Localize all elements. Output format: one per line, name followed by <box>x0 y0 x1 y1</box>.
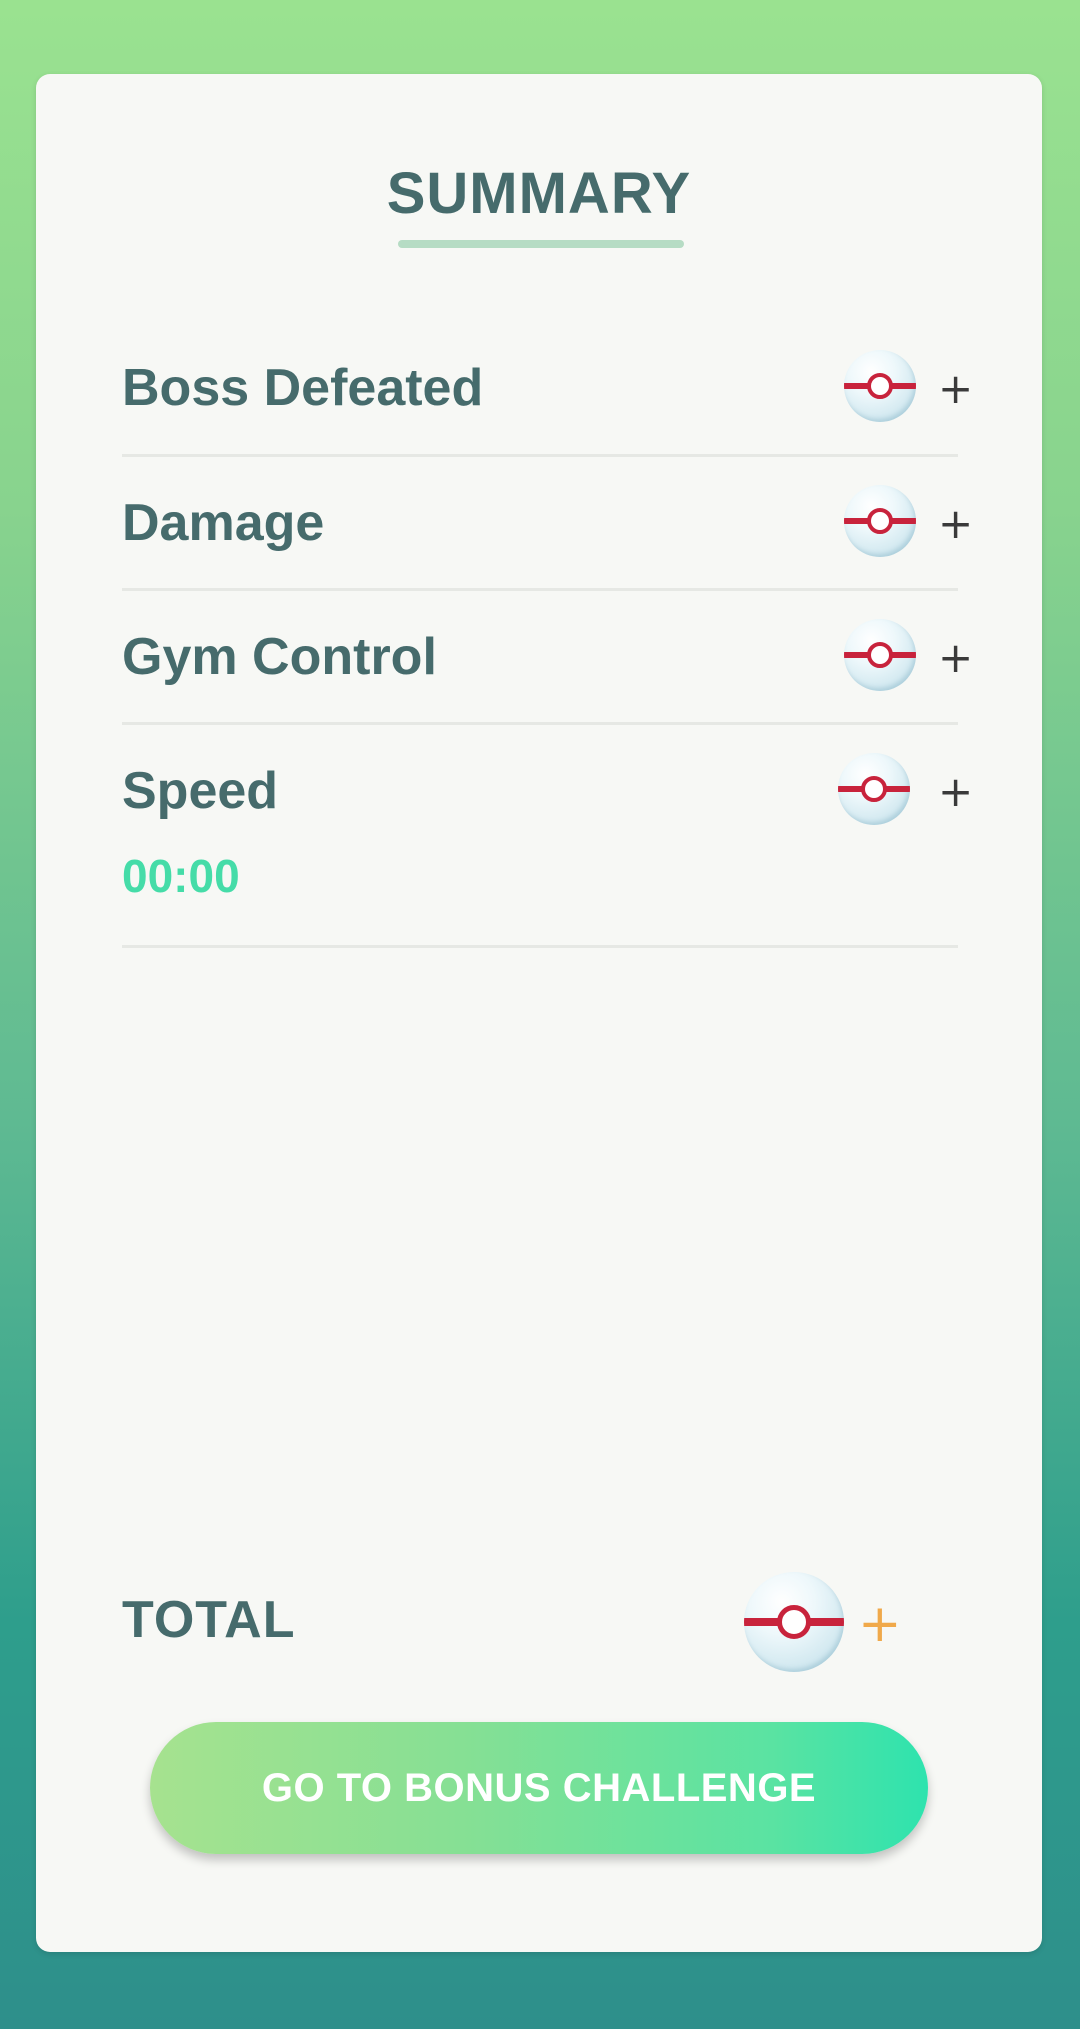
title-underline <box>398 240 684 248</box>
premier-ball-icon <box>844 350 916 422</box>
premier-ball-icon <box>838 753 910 825</box>
total-plus-icon: + <box>858 1594 902 1654</box>
summary-card: SUMMARY Boss Defeated + Damage + Gym Con… <box>36 74 1042 1952</box>
summary-row-gym-control: Gym Control + <box>122 591 973 725</box>
summary-row-damage: Damage + <box>122 457 973 591</box>
row-label: Gym Control <box>122 628 437 686</box>
summary-row-speed: Speed 00:00 + <box>122 725 973 948</box>
total-label: TOTAL <box>122 1591 296 1649</box>
row-label: Damage <box>122 494 325 552</box>
page-title: SUMMARY <box>386 161 692 226</box>
plus-icon: + <box>938 364 974 413</box>
plus-icon: + <box>938 767 974 816</box>
row-label: Speed <box>122 762 279 820</box>
premier-ball-icon <box>744 1572 844 1672</box>
speed-time: 00:00 <box>122 850 240 902</box>
summary-row-boss-defeated: Boss Defeated + <box>122 280 973 457</box>
premier-ball-icon <box>844 619 916 691</box>
plus-icon: + <box>938 499 974 548</box>
go-to-bonus-challenge-button[interactable]: GO TO BONUS CHALLENGE <box>150 1722 928 1854</box>
row-label: Boss Defeated <box>122 359 484 417</box>
plus-icon: + <box>938 633 974 682</box>
premier-ball-icon <box>844 485 916 557</box>
